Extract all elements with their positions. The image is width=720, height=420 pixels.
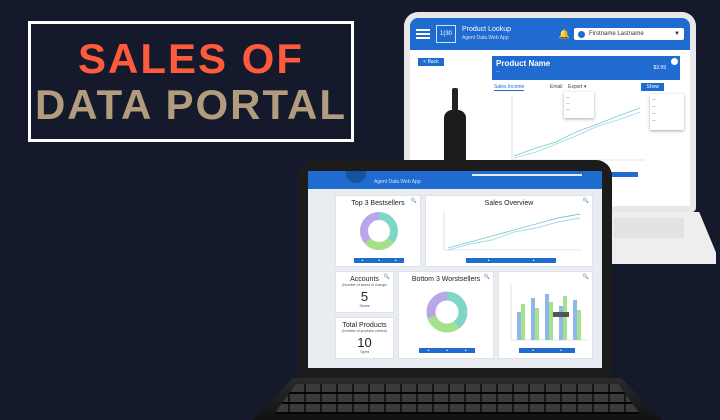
card-title: Top 3 Bestsellers — [351, 200, 405, 207]
accounts-unit: Stores — [359, 304, 370, 308]
avatar — [578, 30, 585, 38]
chevron-down-icon: ▼ — [674, 31, 680, 37]
total-products-unit: Types — [359, 350, 370, 354]
product-header: Product Name — $3.99 — [492, 56, 680, 80]
back-button[interactable]: < Back — [418, 58, 444, 66]
bell-icon[interactable]: 🔔 — [559, 29, 570, 40]
title-line-1: SALES OF — [77, 34, 305, 82]
show-dropdown-menu[interactable]: — — — — — [650, 94, 684, 130]
back-app-subtitle: Agent Data Web App — [462, 35, 509, 41]
export-dropdown-menu[interactable]: — — — — [564, 92, 594, 118]
worstsellers-donut — [426, 291, 468, 333]
sales-overview-card: Sales Overview 🔍 ■ ■ — [425, 195, 593, 267]
total-products-card: Total Products (Number of products carri… — [335, 317, 394, 359]
front-app-subtitle: Agent Data Web App — [374, 179, 421, 185]
card-buttons[interactable]: ■ ■ — [519, 348, 575, 353]
product-table: ———— — [606, 190, 666, 206]
card-title: Sales Overview — [484, 200, 534, 207]
product-price: $3.99 — [653, 65, 666, 71]
accounts-value: 5 — [360, 289, 369, 304]
front-laptop-screen: Agent Data Web App Top 3 Bestsellers 🔍 ■… — [308, 171, 602, 368]
app-logo: 1(30 — [436, 25, 456, 43]
total-products-subtitle: (Number of products carried) — [342, 329, 387, 333]
card-buttons[interactable]: ■ ■ — [466, 258, 556, 263]
zoom-icon[interactable]: 🔍 — [484, 274, 490, 280]
trackpad — [614, 218, 684, 238]
accounts-subtitle: (Number of stores in charge) — [342, 283, 387, 287]
product-tabs: Sales Income Email Export ▾ Show — [492, 82, 680, 92]
user-name: Firstname Lastname — [589, 31, 644, 37]
wine-bottle-image — [444, 88, 466, 168]
zoom-icon[interactable]: 🔍 — [583, 198, 589, 204]
tab-sales-income[interactable]: Sales Income — [494, 84, 525, 91]
back-app-name: Product Lookup — [462, 26, 512, 33]
back-app-title: Product Lookup Agent Data Web App — [462, 25, 511, 43]
total-products-value: 10 — [357, 335, 372, 350]
total-products-title: Total Products — [342, 322, 387, 329]
bestsellers-donut — [360, 212, 398, 250]
title-box: SALES OF DATA PORTAL — [28, 21, 354, 142]
bottom-worstsellers-card: Bottom 3 Worstsellers 🔍 ■ ■ ■ — [398, 271, 494, 359]
zoom-icon[interactable]: 🔍 — [411, 198, 417, 204]
front-laptop: Agent Data Web App Top 3 Bestsellers 🔍 ■… — [298, 160, 612, 378]
title-line-2: DATA PORTAL — [34, 80, 348, 128]
product-meta: — — [496, 68, 500, 73]
zoom-icon[interactable]: 🔍 — [384, 274, 390, 280]
back-app-topbar: 1(30 Product Lookup Agent Data Web App 🔔… — [410, 18, 690, 50]
card-title: Bottom 3 Worstsellers — [411, 276, 481, 283]
tab-email[interactable]: Email — [550, 84, 563, 90]
sales-overview-chart — [443, 212, 582, 251]
accounts-card: Accounts 🔍 (Number of stores in charge) … — [335, 271, 394, 313]
products-bar-chart — [510, 284, 587, 341]
close-icon[interactable] — [671, 58, 678, 65]
product-name: Product Name — [496, 59, 551, 68]
top-bestsellers-card: Top 3 Bestsellers 🔍 ■ ■ ■ — [335, 195, 421, 267]
avatar — [346, 171, 366, 183]
user-dropdown[interactable]: Firstname Lastname ▼ — [574, 28, 684, 40]
search-input[interactable] — [472, 174, 582, 176]
show-button[interactable]: Show — [641, 83, 664, 91]
tab-export[interactable]: Export ▾ — [568, 84, 586, 90]
zoom-icon[interactable]: 🔍 — [583, 274, 589, 280]
menu-icon[interactable] — [416, 29, 430, 39]
front-app-topbar: Agent Data Web App — [308, 171, 602, 189]
card-buttons[interactable]: ■ ■ ■ — [354, 258, 404, 263]
bar-chart-card: 🔍 ■ ■ — [498, 271, 593, 359]
back-laptop-base — [604, 212, 716, 264]
card-buttons[interactable]: ■ ■ ■ — [419, 348, 475, 353]
keyboard — [274, 384, 640, 414]
